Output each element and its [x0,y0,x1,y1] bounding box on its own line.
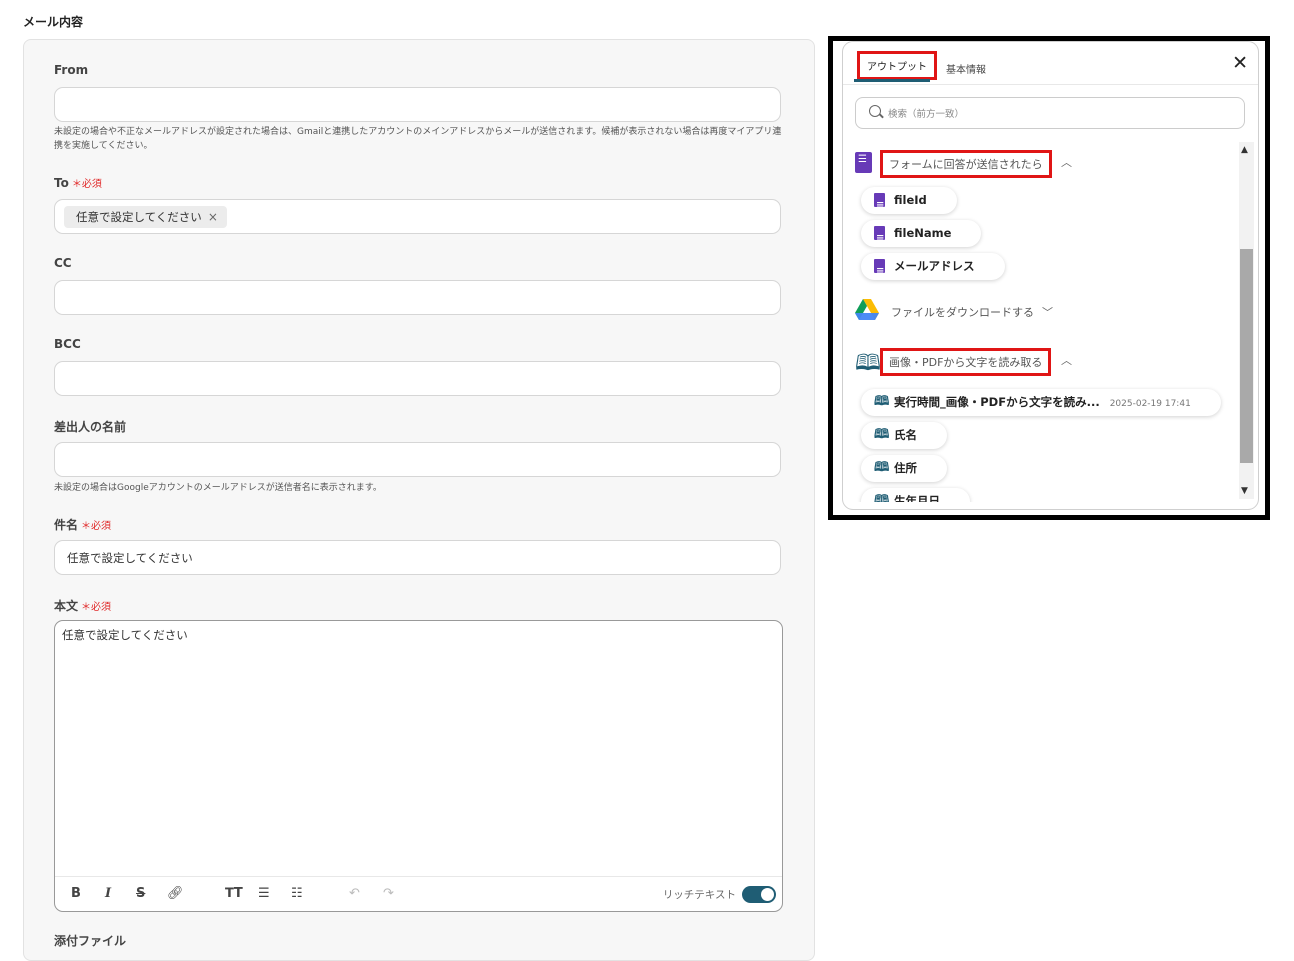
strikethrough-icon[interactable]: S [136,886,145,901]
output-item-label: 生年月日 [894,494,940,502]
body-editor[interactable]: 任意で設定してください B I S 🔗︎ ꓔT ☰ ☷ ↶ ↷ リッチテキスト [54,620,783,912]
group-title: フォームに回答が送信されたら [880,150,1052,178]
redo-icon[interactable]: ↷ [383,886,394,901]
tab-output[interactable]: アウトプット [857,51,937,80]
required-mark: ＊必須 [81,602,112,613]
output-item-label: 住所 [894,461,917,475]
chevron-down-icon[interactable]: ﹀ [1042,304,1053,320]
chevron-up-icon[interactable]: ︿ [1061,154,1072,170]
scrollbar-thumb[interactable] [1240,249,1253,463]
output-item-label: 実行時間_画像・PDFから文字を読み... [894,395,1100,409]
output-item[interactable]: 🕮 実行時間_画像・PDFから文字を読み... 2025-02-19 17:41 [861,389,1221,416]
from-input[interactable] [54,87,781,122]
popup-tabs: アウトプット 基本情報 ✕ [843,42,1258,85]
google-forms-icon [874,258,885,285]
to-chip-label: 任意で設定してください [76,210,202,224]
bold-icon[interactable]: B [71,886,81,901]
from-label: From [54,63,89,77]
search-input[interactable]: 検索（前方一致） [855,97,1245,129]
cc-input[interactable] [54,280,781,315]
google-forms-icon [874,192,885,219]
rich-text-toggle[interactable] [742,886,776,903]
required-mark: ＊必須 [71,179,102,190]
output-item[interactable]: 🕮 住所 [861,455,947,482]
sender-name-input[interactable] [54,442,781,477]
link-icon[interactable]: 🔗︎ [167,886,184,901]
close-icon[interactable]: ✕ [1232,52,1248,74]
body-value: 任意で設定してください [62,628,188,642]
google-forms-icon [855,152,872,173]
required-mark: ＊必須 [81,521,112,532]
chip-close-icon[interactable]: × [208,210,218,224]
email-form: From 未設定の場合や不正なメールアドレスが設定された場合は、Gmailと連携… [23,39,815,961]
output-popup: アウトプット 基本情報 ✕ 検索（前方一致） フォームに回答が送信されたら ︿ … [842,41,1259,510]
active-tab-indicator [854,79,930,82]
ocr-icon: 🕮 [874,460,890,475]
to-input[interactable]: 任意で設定してください × [54,199,781,234]
ocr-icon: 🕮 [874,427,890,442]
rich-text-label: リッチテキスト [662,889,736,901]
sender-name-label: 差出人の名前 [54,420,127,434]
output-item[interactable]: 🕮 氏名 [861,422,947,449]
ocr-icon: 🕮 [874,493,890,503]
numbered-list-icon[interactable]: ☷ [291,886,303,901]
scroll-up-icon[interactable]: ▲ [1241,145,1248,155]
scroll-down-icon[interactable]: ▼ [1241,486,1248,496]
output-item-timestamp: 2025-02-19 17:41 [1109,399,1191,409]
ocr-icon: 🕮 [874,394,890,409]
section-title: メール内容 [23,15,84,29]
output-item-label: fileId [894,193,927,207]
undo-icon[interactable]: ↶ [349,886,360,901]
subject-label: 件名 ＊必須 [54,516,111,533]
popup-backdrop: アウトプット 基本情報 ✕ 検索（前方一致） フォームに回答が送信されたら ︿ … [833,41,1265,515]
to-label-text: To [54,176,69,190]
output-item[interactable]: メールアドレス [861,253,1005,285]
output-item-label: fileName [894,226,952,240]
output-item[interactable]: fileName [861,220,982,252]
google-forms-icon [874,225,885,252]
scrollbar[interactable]: ▲ ▼ [1239,142,1254,499]
subject-input[interactable]: 任意で設定してください [54,540,781,575]
text-size-icon[interactable]: ꓔT [225,886,243,901]
group-title: 画像・PDFから文字を読み取る [880,348,1052,376]
output-item-label: メールアドレス [894,259,975,273]
body-label-text: 本文 [54,599,79,613]
italic-icon[interactable]: I [105,886,111,901]
subject-label-text: 件名 [54,518,79,532]
output-item-label: 氏名 [894,428,917,442]
group-title: ファイルをダウンロードする [891,306,1034,319]
attachment-label: 添付ファイル [54,934,127,948]
output-item[interactable]: fileId [861,187,957,219]
tab-basic-info[interactable]: 基本情報 [946,61,986,76]
popup-highlight-frame: アウトプット 基本情報 ✕ 検索（前方一致） フォームに回答が送信されたら ︿ … [828,36,1270,520]
to-chip[interactable]: 任意で設定してください × [64,206,227,228]
bcc-label: BCC [54,337,81,351]
body-label: 本文 ＊必須 [54,597,111,614]
bcc-input[interactable] [54,361,781,396]
search-icon [869,105,881,117]
subject-value: 任意で設定してください [67,551,193,565]
editor-toolbar: B I S 🔗︎ ꓔT ☰ ☷ ↶ ↷ リッチテキスト [55,876,782,911]
cc-label: CC [54,256,72,270]
google-drive-icon [855,299,879,320]
output-list: フォームに回答が送信されたら ︿ fileId fileName メールアドレス… [843,142,1237,502]
search-placeholder: 検索（前方一致） [888,109,965,120]
to-label: To ＊必須 [54,175,102,190]
sender-help-text: 未設定の場合はGoogleアカウントのメールアドレスが送信者名に表示されます。 [54,483,382,493]
chevron-up-icon[interactable]: ︿ [1061,352,1072,368]
from-help-text: 未設定の場合や不正なメールアドレスが設定された場合は、Gmailと連携したアカウ… [54,127,782,151]
bullet-list-icon[interactable]: ☰ [258,886,270,901]
ocr-book-icon: 🕮 [855,351,881,376]
output-item[interactable]: 🕮 生年月日 [861,488,970,502]
